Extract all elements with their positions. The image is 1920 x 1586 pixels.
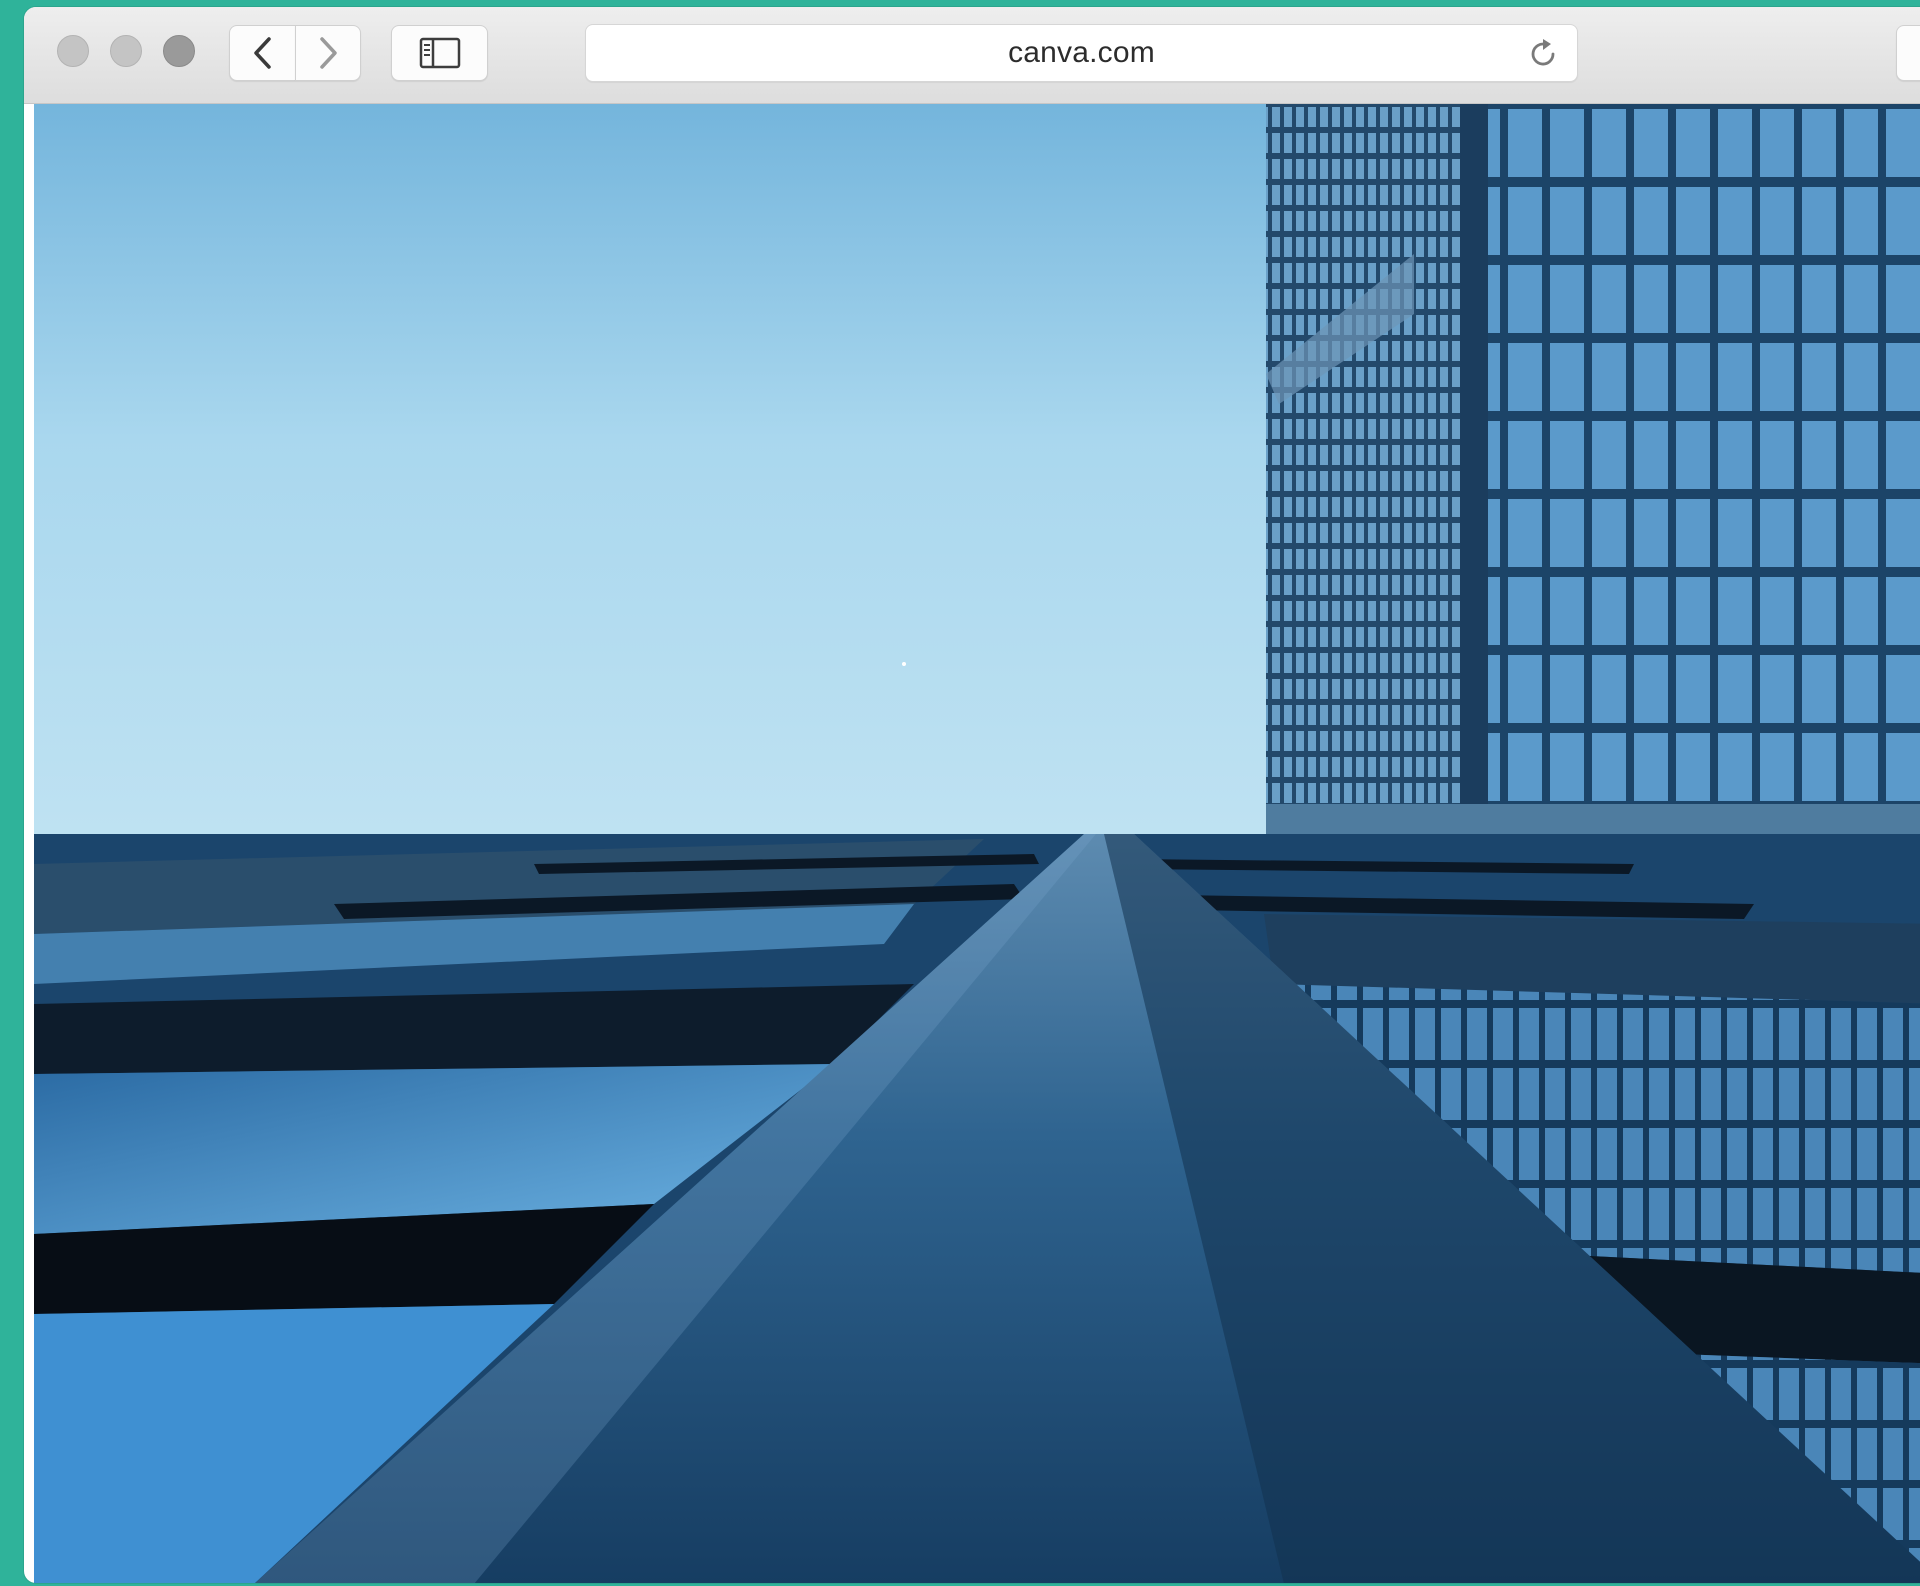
forward-button[interactable] [295,25,361,81]
address-bar[interactable]: canva.com [585,24,1578,82]
zoom-window-dot[interactable] [163,35,195,67]
back-button[interactable] [229,25,295,81]
navigation-buttons [229,25,362,81]
page-content [34,104,1920,1583]
toolbar-right-button[interactable] [1896,25,1920,81]
minimize-window-dot[interactable] [110,35,142,67]
chevron-right-icon [320,37,337,69]
architecture-photo [34,104,1920,1583]
browser-window: canva.com [24,7,1920,1583]
reload-icon[interactable] [1527,38,1559,70]
chevron-left-icon [253,37,271,69]
sidebar-icon [419,37,460,69]
url-text: canva.com [1008,36,1155,69]
browser-toolbar: canva.com [24,7,1920,104]
close-window-dot[interactable] [57,35,89,67]
sidebar-toggle-button[interactable] [391,25,488,81]
